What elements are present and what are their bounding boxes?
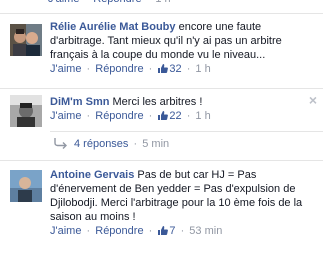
comment-actions: J'aime · Répondre · 7 · 53 min — [50, 224, 317, 240]
comment-body: Antoine Gervais Pas de but car HJ = Pas … — [50, 168, 317, 240]
divider — [0, 160, 323, 161]
thumbs-up-icon — [157, 63, 169, 78]
avatar[interactable] — [10, 24, 42, 56]
author-name[interactable]: Rélie Aurélie Mat Bouby — [50, 21, 176, 33]
thumbs-up-icon — [157, 110, 169, 125]
like-link[interactable]: J'aime — [50, 225, 81, 237]
author-name[interactable]: DiM'm Smn — [50, 96, 109, 108]
reply-link[interactable]: Répondre — [95, 63, 143, 75]
divider — [0, 88, 323, 89]
replies-count-link[interactable]: 4 réponses — [74, 138, 128, 150]
like-link[interactable]: J'aime — [48, 0, 79, 5]
replies-time: 5 min — [142, 138, 170, 150]
like-count[interactable]: 7 — [169, 225, 175, 237]
thumbs-up-icon — [157, 225, 169, 240]
comment: Antoine Gervais Pas de but car HJ = Pas … — [0, 168, 323, 258]
comment: Rélie Aurélie Mat Bouby encore une faute… — [0, 20, 323, 82]
like-link[interactable]: J'aime — [50, 63, 81, 75]
comment-time[interactable]: 1 h — [155, 0, 170, 5]
reply-link[interactable]: Répondre — [95, 225, 143, 237]
comment-body: DiM'm Smn Merci les arbitres ! J'aime · … — [50, 95, 317, 125]
reply-arrow-icon — [54, 137, 68, 149]
divider — [50, 131, 323, 132]
comment-time[interactable]: 1 h — [195, 63, 210, 75]
view-replies[interactable]: 4 réponses · 5 min — [50, 137, 169, 151]
comment-actions: J'aime · Répondre · 32 · 1 h — [50, 62, 317, 78]
like-link[interactable]: J'aime — [50, 110, 81, 122]
reply-link[interactable]: Répondre — [93, 0, 141, 5]
like-count[interactable]: 32 — [169, 63, 181, 75]
comment-body: Rélie Aurélie Mat Bouby encore une faute… — [50, 20, 317, 78]
avatar[interactable] — [10, 95, 42, 127]
author-name[interactable]: Antoine Gervais — [50, 169, 134, 181]
comment-time[interactable]: 1 h — [195, 110, 210, 122]
like-count[interactable]: 22 — [169, 110, 181, 122]
comment: × DiM'm Smn Merci les arbitres ! J'aime … — [0, 93, 323, 133]
previous-comment-actions: J'aime · Répondre · 1 h — [48, 0, 171, 6]
avatar[interactable] — [10, 170, 42, 202]
comment-text: Merci les arbitres ! — [112, 96, 203, 108]
comment-time[interactable]: 53 min — [189, 225, 222, 237]
divider — [0, 13, 323, 14]
comment-actions: J'aime · Répondre · 22 · 1 h — [50, 109, 317, 125]
reply-link[interactable]: Répondre — [95, 110, 143, 122]
